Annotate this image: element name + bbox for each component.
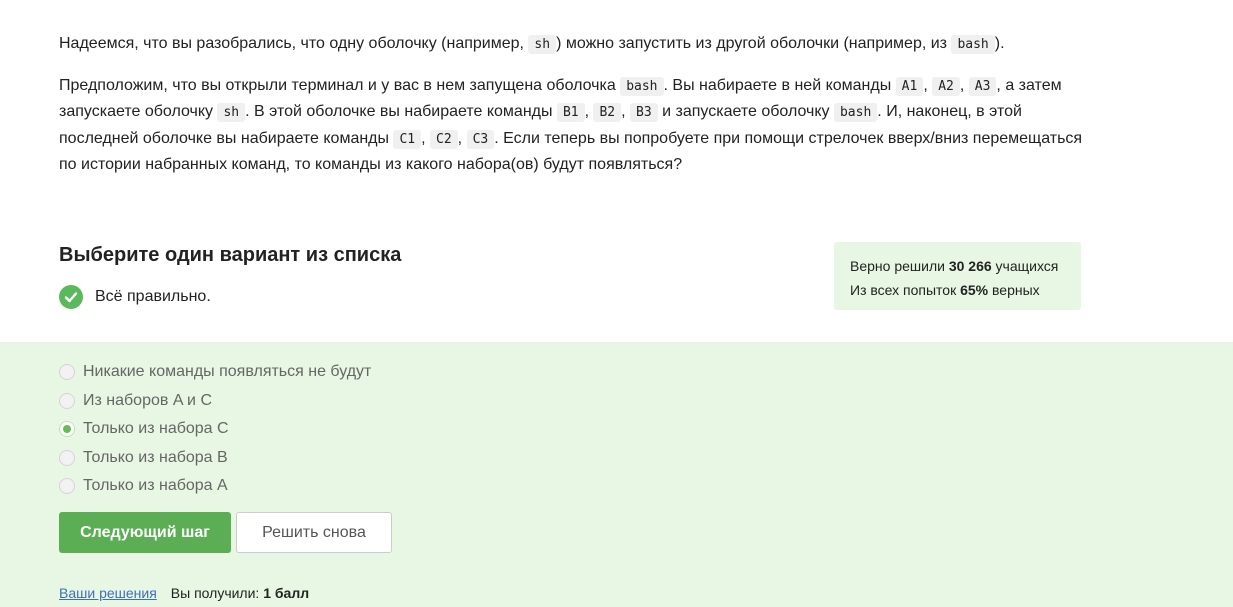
options-list: Никакие команды появляться не будут Из н…: [59, 358, 371, 501]
next-step-button[interactable]: Следующий шаг: [59, 512, 231, 553]
code-bash: bash: [620, 76, 664, 96]
code-bash: bash: [833, 103, 878, 122]
check-circle-icon: [59, 285, 83, 309]
code-bash: bash: [951, 35, 995, 54]
radio-dot-icon: [63, 425, 71, 434]
radio-button-selected[interactable]: [59, 421, 75, 438]
option-item-selected[interactable]: Только из набора C: [59, 415, 371, 444]
option-item[interactable]: Из наборов A и C: [59, 387, 371, 416]
code-c3: C3: [466, 129, 495, 149]
code-a2: A2: [932, 76, 960, 96]
answer-area: Никакие команды появляться не будут Из н…: [0, 342, 1233, 607]
your-solutions-link[interactable]: Ваши решения: [59, 585, 157, 601]
radio-button[interactable]: [59, 478, 75, 495]
option-label[interactable]: Только из набора A: [83, 477, 228, 495]
code-c2: C2: [430, 129, 458, 149]
option-label[interactable]: Только из набора C: [83, 420, 229, 438]
code-a3: A3: [968, 76, 997, 96]
radio-button[interactable]: [59, 364, 75, 381]
status-text: Всё правильно.: [95, 288, 211, 305]
code-sh: sh: [528, 35, 557, 54]
radio-button[interactable]: [59, 449, 75, 466]
stats-solved-line: Верно решили 30 266 учащихся: [850, 258, 1059, 274]
checkmark-icon: [64, 292, 78, 303]
stats-attempts-line: Из всех попыток 65% верных: [850, 282, 1040, 298]
option-label[interactable]: Никакие команды появляться не будут: [83, 363, 371, 381]
radio-button[interactable]: [59, 392, 75, 409]
option-label[interactable]: Из наборов A и C: [83, 392, 212, 410]
question-paragraph-1: Надеемся, что вы разобрались, что одну о…: [59, 35, 1005, 54]
footer: Ваши решения Вы получили: 1 балл: [59, 585, 309, 601]
question-paragraph-2: Предположим, что вы открыли терминал и у…: [59, 76, 1083, 173]
option-label[interactable]: Только из набора B: [83, 449, 228, 467]
stats-box: Верно решили 30 266 учащихся Из всех поп…: [834, 242, 1081, 310]
score-text: Вы получили: 1 балл: [170, 585, 310, 601]
option-item[interactable]: Никакие команды появляться не будут: [59, 358, 371, 387]
code-a1: A1: [895, 76, 924, 96]
code-b2: B2: [593, 103, 622, 122]
option-item[interactable]: Только из набора B: [59, 444, 371, 473]
code-b1: B1: [556, 103, 585, 122]
correct-status: Всё правильно.: [59, 285, 211, 309]
code-sh: sh: [217, 103, 246, 122]
score-value: 1 балл: [263, 585, 310, 601]
retry-button[interactable]: Решить снова: [236, 512, 392, 553]
question-text: Надеемся, что вы разобрались, что одну о…: [59, 31, 1089, 178]
option-item[interactable]: Только из набора A: [59, 472, 371, 501]
code-b3: B3: [630, 103, 658, 122]
code-c1: C1: [393, 129, 422, 149]
choose-title: Выберите один вариант из списка: [59, 244, 402, 266]
